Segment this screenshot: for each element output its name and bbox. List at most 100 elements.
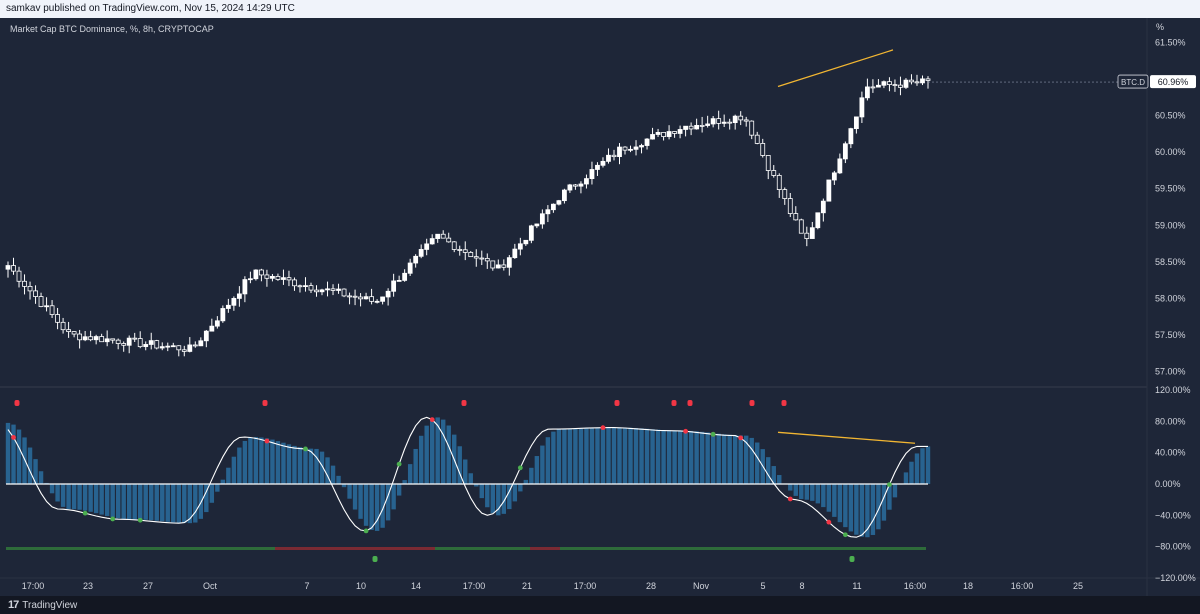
candle-body	[683, 125, 689, 130]
candle-body	[848, 128, 854, 145]
histogram-bar	[226, 467, 231, 484]
candle-body	[589, 169, 595, 179]
candle-body	[622, 146, 628, 151]
candle-body	[710, 118, 716, 125]
price-pane	[0, 18, 1147, 386]
candle-body	[782, 189, 788, 199]
histogram-bar	[143, 484, 148, 520]
top-sell-marker	[262, 400, 268, 406]
histogram-bar	[589, 428, 595, 484]
candle-body	[842, 143, 848, 160]
time-tick-label: 23	[83, 581, 93, 591]
histogram-bar	[584, 428, 589, 484]
time-tick-label: 21	[522, 581, 532, 591]
candle-body	[5, 265, 11, 270]
candle-body	[143, 344, 149, 348]
histogram-bar	[297, 447, 303, 484]
histogram-bar	[330, 465, 336, 484]
histogram-bar	[710, 433, 716, 484]
histogram-bar	[336, 475, 341, 484]
candle-body	[738, 115, 744, 121]
candle-body	[170, 345, 176, 348]
price-tick-label: 58.50%	[1155, 257, 1186, 267]
candle-body	[909, 79, 914, 83]
time-tick-label: Oct	[203, 581, 218, 591]
candle-body	[336, 288, 341, 291]
candle-body	[82, 336, 88, 341]
candle-body	[424, 243, 430, 250]
histogram-bar	[60, 484, 66, 507]
histogram-bar	[253, 437, 259, 484]
candle-body	[628, 148, 633, 151]
histogram-bar	[677, 430, 683, 484]
chart-area[interactable]: 61.50%61.00%60.50%60.00%59.50%59.00%58.5…	[0, 18, 1200, 596]
time-tick-label: 16:00	[904, 581, 927, 591]
histogram-bar	[198, 484, 204, 519]
histogram-bar	[573, 428, 578, 484]
top-sell-marker	[461, 400, 467, 406]
candle-body	[567, 184, 573, 191]
candle-body	[93, 336, 99, 341]
histogram-bar	[749, 437, 754, 484]
buy-signal-dot	[710, 431, 716, 437]
candle-body	[292, 279, 297, 287]
candle-body	[49, 305, 55, 315]
time-tick-label: 17:00	[574, 581, 597, 591]
footer-bar: 17 TradingView	[0, 596, 1200, 614]
candle-body	[633, 146, 639, 150]
sell-signal-dot	[738, 435, 744, 441]
tradingview-logo[interactable]: 17 TradingView	[8, 599, 77, 611]
regime-strip-segment	[560, 547, 926, 550]
oscillator-tick-label: 120.00%	[1155, 385, 1191, 395]
price-axis-bg	[1147, 18, 1199, 596]
histogram-bar	[512, 484, 518, 502]
top-sell-marker	[671, 400, 677, 406]
top-sell-marker	[687, 400, 693, 406]
candle-body	[341, 288, 347, 297]
histogram-bar	[292, 445, 297, 484]
histogram-bar	[132, 484, 137, 520]
histogram-bar	[303, 448, 308, 484]
candle-body	[749, 120, 755, 136]
histogram-bar	[55, 484, 60, 502]
time-tick-label: 16:00	[1011, 581, 1034, 591]
histogram-bar	[77, 484, 82, 510]
candle-body	[584, 178, 589, 185]
histogram-bar	[441, 419, 446, 484]
histogram-bar	[826, 484, 832, 512]
candle-body	[776, 175, 782, 190]
candle-body	[99, 336, 105, 343]
buy-signal-dot	[137, 517, 143, 523]
histogram-bar	[578, 428, 584, 484]
candle-body	[644, 138, 650, 146]
candle-body	[655, 132, 661, 135]
candle-body	[270, 276, 275, 279]
candle-body	[688, 125, 694, 130]
chart-svg[interactable]: 61.50%61.00%60.50%60.00%59.50%59.00%58.5…	[0, 18, 1200, 596]
candle-body	[484, 258, 490, 262]
candle-body	[308, 285, 314, 291]
brand-name: TradingView	[22, 599, 78, 611]
histogram-bar	[655, 429, 661, 484]
histogram-bar	[716, 433, 721, 484]
candle-body	[600, 160, 606, 166]
candle-body	[402, 272, 408, 281]
time-tick-label: 18	[963, 581, 973, 591]
oscillator-tick-label: −80.00%	[1155, 542, 1191, 552]
histogram-bar	[93, 484, 99, 514]
histogram-bar	[699, 431, 705, 484]
candle-body	[281, 277, 286, 280]
histogram-bar	[639, 428, 644, 484]
histogram-bar	[11, 424, 16, 484]
histogram-bar	[176, 484, 181, 523]
time-tick-label: 17:00	[22, 581, 45, 591]
price-unit-label[interactable]: %	[1150, 22, 1196, 36]
candle-body	[721, 121, 727, 124]
buy-signal-dot	[517, 465, 523, 471]
candle-body	[661, 132, 666, 137]
candle-body	[259, 269, 264, 276]
histogram-bar	[562, 429, 567, 484]
candle-body	[804, 232, 810, 239]
regime-strip-segment	[435, 547, 530, 550]
histogram-bar	[286, 444, 292, 484]
